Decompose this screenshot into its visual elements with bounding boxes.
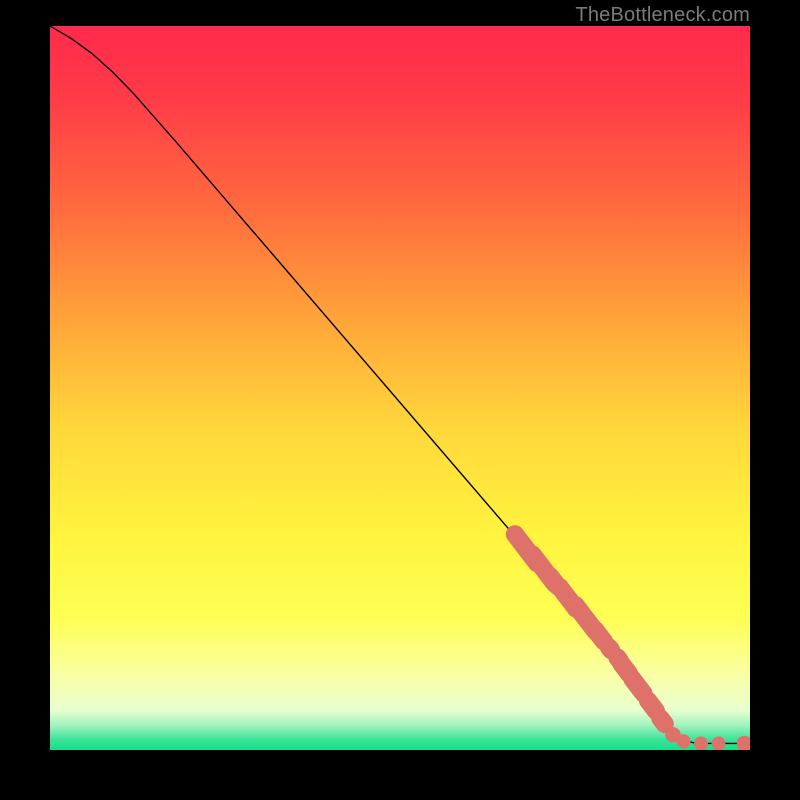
marker-point	[694, 736, 708, 750]
gradient-rect	[50, 26, 750, 750]
chart-frame: TheBottleneck.com	[0, 0, 800, 800]
chart-svg	[50, 26, 750, 750]
plot-area	[50, 26, 750, 750]
marker-point	[677, 734, 691, 748]
marker-point	[712, 736, 726, 750]
attribution-label: TheBottleneck.com	[575, 4, 750, 27]
